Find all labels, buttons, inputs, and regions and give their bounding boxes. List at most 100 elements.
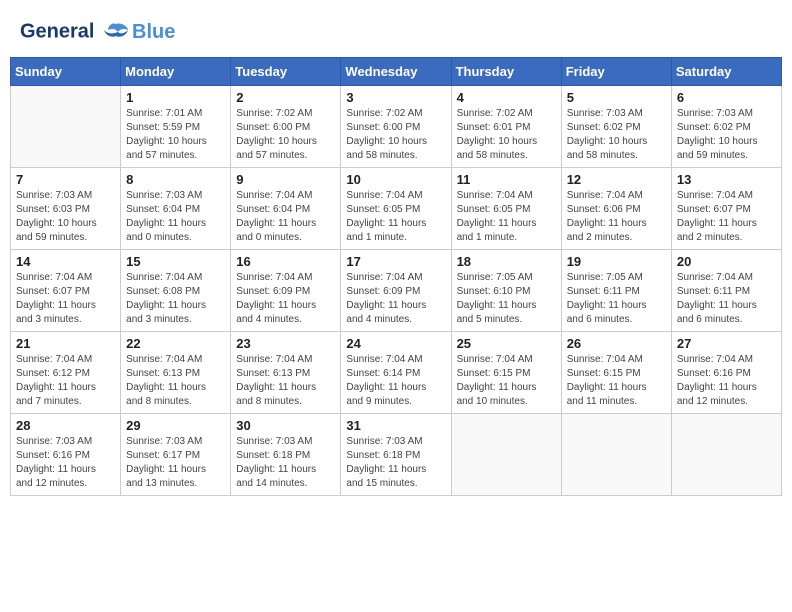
- weekday-header-row: SundayMondayTuesdayWednesdayThursdayFrid…: [11, 58, 782, 86]
- calendar-day-27: 27 Sunrise: 7:04 AMSunset: 6:16 PMDayligh…: [671, 332, 781, 414]
- day-number: 28: [16, 418, 115, 433]
- day-info: Sunrise: 7:03 AMSunset: 6:02 PMDaylight:…: [677, 107, 776, 163]
- day-number: 22: [126, 336, 225, 351]
- calendar-day-5: 5 Sunrise: 7:03 AMSunset: 6:02 PMDaylight…: [561, 86, 671, 168]
- calendar-day-13: 13Sunrise: 7:04 AMSunset: 6:07 PMDayligh…: [671, 168, 781, 250]
- day-number: 9: [236, 172, 335, 187]
- calendar-empty-cell: [11, 86, 121, 168]
- day-number: 27: [677, 336, 776, 351]
- calendar-day-9: 9 Sunrise: 7:04 AMSunset: 6:04 PMDaylight…: [231, 168, 341, 250]
- day-number: 1: [126, 90, 225, 105]
- day-number: 29: [126, 418, 225, 433]
- logo-blue: Blue: [132, 21, 175, 43]
- day-number: 14: [16, 254, 115, 269]
- calendar-day-29: 29 Sunrise: 7:03 AMSunset: 6:17 PMDayligh…: [121, 414, 231, 496]
- day-info: Sunrise: 7:03 AMSunset: 6:17 PMDaylight:…: [126, 435, 225, 491]
- day-info: Sunrise: 7:04 AMSunset: 6:14 PMDaylight:…: [346, 353, 445, 409]
- day-number: 30: [236, 418, 335, 433]
- calendar-day-23: 23 Sunrise: 7:04 AMSunset: 6:13 PMDayligh…: [231, 332, 341, 414]
- calendar-day-20: 20Sunrise: 7:04 AMSunset: 6:11 PMDayligh…: [671, 250, 781, 332]
- calendar-day-8: 8 Sunrise: 7:03 AMSunset: 6:04 PMDaylight…: [121, 168, 231, 250]
- day-number: 16: [236, 254, 335, 269]
- calendar-day-3: 3 Sunrise: 7:02 AMSunset: 6:00 PMDaylight…: [341, 86, 451, 168]
- calendar-day-30: 30 Sunrise: 7:03 AMSunset: 6:18 PMDayligh…: [231, 414, 341, 496]
- calendar-day-28: 28 Sunrise: 7:03 AMSunset: 6:16 PMDayligh…: [11, 414, 121, 496]
- calendar-day-31: 31 Sunrise: 7:03 AMSunset: 6:18 PMDayligh…: [341, 414, 451, 496]
- calendar-week-row: 14 Sunrise: 7:04 AMSunset: 6:07 PMDayligh…: [11, 250, 782, 332]
- weekday-header-wednesday: Wednesday: [341, 58, 451, 86]
- day-number: 4: [457, 90, 556, 105]
- calendar-day-24: 24 Sunrise: 7:04 AMSunset: 6:14 PMDayligh…: [341, 332, 451, 414]
- day-info: Sunrise: 7:04 AMSunset: 6:09 PMDaylight:…: [236, 271, 335, 327]
- day-info: Sunrise: 7:03 AMSunset: 6:03 PMDaylight:…: [16, 189, 115, 245]
- calendar-day-26: 26 Sunrise: 7:04 AMSunset: 6:15 PMDayligh…: [561, 332, 671, 414]
- day-info: Sunrise: 7:04 AMSunset: 6:05 PMDaylight:…: [346, 189, 445, 245]
- day-number: 15: [126, 254, 225, 269]
- weekday-header-saturday: Saturday: [671, 58, 781, 86]
- calendar-day-19: 19Sunrise: 7:05 AMSunset: 6:11 PMDayligh…: [561, 250, 671, 332]
- weekday-header-sunday: Sunday: [11, 58, 121, 86]
- calendar-day-16: 16 Sunrise: 7:04 AMSunset: 6:09 PMDayligh…: [231, 250, 341, 332]
- calendar-day-4: 4 Sunrise: 7:02 AMSunset: 6:01 PMDaylight…: [451, 86, 561, 168]
- weekday-header-tuesday: Tuesday: [231, 58, 341, 86]
- calendar-day-18: 18 Sunrise: 7:05 AMSunset: 6:10 PMDayligh…: [451, 250, 561, 332]
- calendar-day-12: 12 Sunrise: 7:04 AMSunset: 6:06 PMDayligh…: [561, 168, 671, 250]
- day-info: Sunrise: 7:04 AMSunset: 6:13 PMDaylight:…: [236, 353, 335, 409]
- calendar-week-row: 28 Sunrise: 7:03 AMSunset: 6:16 PMDayligh…: [11, 414, 782, 496]
- day-number: 25: [457, 336, 556, 351]
- day-info: Sunrise: 7:05 AMSunset: 6:10 PMDaylight:…: [457, 271, 556, 327]
- day-number: 11: [457, 172, 556, 187]
- day-number: 31: [346, 418, 445, 433]
- weekday-header-friday: Friday: [561, 58, 671, 86]
- calendar-day-17: 17Sunrise: 7:04 AMSunset: 6:09 PMDayligh…: [341, 250, 451, 332]
- day-number: 8: [126, 172, 225, 187]
- weekday-header-monday: Monday: [121, 58, 231, 86]
- day-number: 23: [236, 336, 335, 351]
- calendar-week-row: 21Sunrise: 7:04 AMSunset: 6:12 PMDayligh…: [11, 332, 782, 414]
- calendar-day-14: 14 Sunrise: 7:04 AMSunset: 6:07 PMDayligh…: [11, 250, 121, 332]
- day-info: Sunrise: 7:04 AMSunset: 6:15 PMDaylight:…: [457, 353, 556, 409]
- day-number: 19: [567, 254, 666, 269]
- day-info: Sunrise: 7:04 AMSunset: 6:15 PMDaylight:…: [567, 353, 666, 409]
- day-number: 18: [457, 254, 556, 269]
- calendar-day-10: 10Sunrise: 7:04 AMSunset: 6:05 PMDayligh…: [341, 168, 451, 250]
- calendar-table: SundayMondayTuesdayWednesdayThursdayFrid…: [10, 57, 782, 496]
- day-info: Sunrise: 7:02 AMSunset: 6:00 PMDaylight:…: [346, 107, 445, 163]
- day-number: 7: [16, 172, 115, 187]
- day-number: 21: [16, 336, 115, 351]
- calendar-day-11: 11Sunrise: 7:04 AMSunset: 6:05 PMDayligh…: [451, 168, 561, 250]
- day-info: Sunrise: 7:04 AMSunset: 6:07 PMDaylight:…: [16, 271, 115, 327]
- day-info: Sunrise: 7:04 AMSunset: 6:13 PMDaylight:…: [126, 353, 225, 409]
- weekday-header-thursday: Thursday: [451, 58, 561, 86]
- day-info: Sunrise: 7:04 AMSunset: 6:08 PMDaylight:…: [126, 271, 225, 327]
- day-number: 24: [346, 336, 445, 351]
- day-number: 17: [346, 254, 445, 269]
- day-number: 6: [677, 90, 776, 105]
- day-info: Sunrise: 7:04 AMSunset: 6:04 PMDaylight:…: [236, 189, 335, 245]
- day-info: Sunrise: 7:04 AMSunset: 6:07 PMDaylight:…: [677, 189, 776, 245]
- calendar-week-row: 7 Sunrise: 7:03 AMSunset: 6:03 PMDaylight…: [11, 168, 782, 250]
- day-info: Sunrise: 7:03 AMSunset: 6:04 PMDaylight:…: [126, 189, 225, 245]
- day-info: Sunrise: 7:03 AMSunset: 6:18 PMDaylight:…: [236, 435, 335, 491]
- day-number: 26: [567, 336, 666, 351]
- logo: General Blue: [20, 20, 175, 44]
- calendar-empty-cell: [671, 414, 781, 496]
- day-info: Sunrise: 7:04 AMSunset: 6:16 PMDaylight:…: [677, 353, 776, 409]
- day-info: Sunrise: 7:01 AMSunset: 5:59 PMDaylight:…: [126, 107, 225, 163]
- day-info: Sunrise: 7:04 AMSunset: 6:06 PMDaylight:…: [567, 189, 666, 245]
- day-number: 2: [236, 90, 335, 105]
- day-number: 5: [567, 90, 666, 105]
- calendar-day-7: 7 Sunrise: 7:03 AMSunset: 6:03 PMDaylight…: [11, 168, 121, 250]
- day-info: Sunrise: 7:03 AMSunset: 6:18 PMDaylight:…: [346, 435, 445, 491]
- calendar-day-1: 1 Sunrise: 7:01 AMSunset: 5:59 PMDaylight…: [121, 86, 231, 168]
- calendar-day-25: 25 Sunrise: 7:04 AMSunset: 6:15 PMDayligh…: [451, 332, 561, 414]
- day-number: 3: [346, 90, 445, 105]
- day-info: Sunrise: 7:02 AMSunset: 6:01 PMDaylight:…: [457, 107, 556, 163]
- day-info: Sunrise: 7:03 AMSunset: 6:02 PMDaylight:…: [567, 107, 666, 163]
- logo-bird-icon: [102, 20, 130, 44]
- calendar-empty-cell: [561, 414, 671, 496]
- day-number: 12: [567, 172, 666, 187]
- day-info: Sunrise: 7:04 AMSunset: 6:11 PMDaylight:…: [677, 271, 776, 327]
- calendar-day-15: 15 Sunrise: 7:04 AMSunset: 6:08 PMDayligh…: [121, 250, 231, 332]
- day-info: Sunrise: 7:03 AMSunset: 6:16 PMDaylight:…: [16, 435, 115, 491]
